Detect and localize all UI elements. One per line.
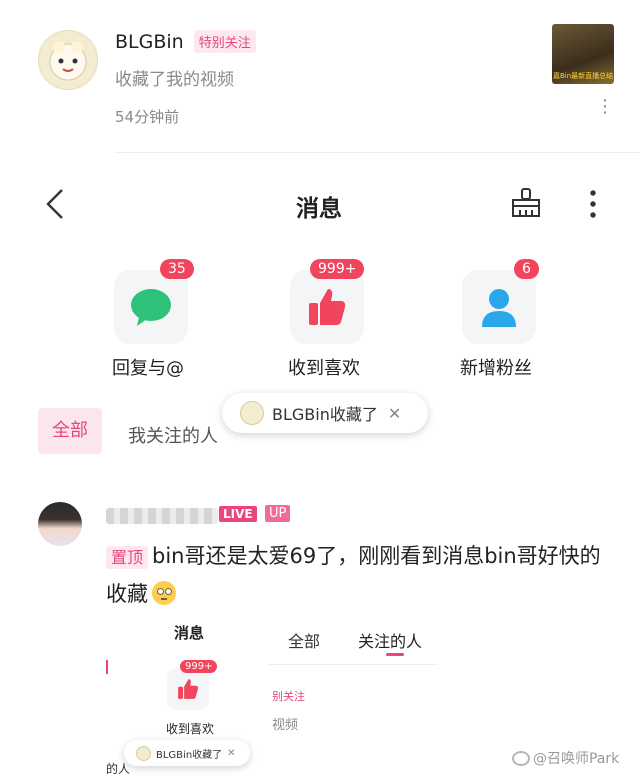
commenter-avatar[interactable]	[38, 502, 82, 546]
up-badge: UP	[265, 505, 291, 522]
replies-badge: 35	[160, 259, 194, 279]
weibo-logo-icon	[512, 750, 530, 766]
clean-brush-icon[interactable]	[509, 186, 543, 224]
inset-toast-close-icon: ✕	[227, 747, 236, 759]
person-icon	[482, 289, 516, 327]
watermark: @召唤师Park	[512, 748, 619, 768]
inset-people-label: 的人	[106, 762, 131, 776]
sheep-avatar-icon	[49, 41, 87, 81]
comment-text: bin哥还是太爱69了，刚刚看到消息bin哥好快的收藏	[106, 544, 601, 606]
chat-bubble-icon	[131, 289, 171, 326]
inset-like-box	[167, 668, 209, 710]
flushed-emoji-icon	[152, 581, 176, 605]
toast-avatar-icon	[240, 401, 264, 425]
inset-divider	[268, 664, 438, 665]
inset-toast-text: BLGBin收藏了	[156, 749, 223, 761]
followers-label: 新增粉丝	[460, 358, 532, 379]
category-followers[interactable]: 6 新增粉丝	[460, 259, 570, 380]
inset-badge: 999+	[180, 660, 218, 673]
favorite-toast: BLGBin收藏了 ✕	[222, 393, 428, 433]
inset-tag: 别关注	[272, 690, 305, 703]
divider	[115, 152, 640, 153]
category-replies[interactable]: 35 回复与@	[112, 259, 222, 380]
inset-title: 消息	[174, 624, 205, 642]
inset-edge-line	[106, 660, 108, 674]
pinned-tag: 置顶	[106, 546, 149, 569]
more-menu-icon[interactable]	[588, 188, 598, 224]
watermark-text: @召唤师Park	[533, 751, 620, 767]
thumbnail-caption: 嘉Bin最新直播总结	[553, 72, 614, 80]
likes-badge: 999+	[310, 259, 365, 279]
notif-time: 54分钟前	[115, 108, 180, 126]
inset-tab-all: 全部	[288, 632, 321, 651]
inset-video: 视频	[272, 718, 299, 733]
blgbin-avatar[interactable]	[38, 30, 98, 90]
notif-username[interactable]: BLGBin	[115, 31, 184, 53]
inset-toast: BLGBin收藏了 ✕	[124, 740, 250, 766]
back-icon[interactable]	[44, 188, 66, 224]
comment-body: 置顶 bin哥还是太爱69了，刚刚看到消息bin哥好快的收藏	[106, 538, 616, 612]
category-likes[interactable]: 999+ 收到喜欢	[288, 259, 398, 380]
filter-all-tab[interactable]: 全部	[38, 408, 102, 454]
thumbs-up-icon	[309, 289, 346, 325]
toast-text: BLGBin收藏了	[272, 405, 378, 424]
inset-tab-underline	[386, 653, 404, 656]
likes-label: 收到喜欢	[288, 358, 360, 379]
more-options-icon[interactable]: ⋮	[596, 98, 614, 116]
inset-tab-following: 关注的人	[358, 632, 423, 651]
inset-like-label: 收到喜欢	[166, 722, 215, 736]
live-badge: LIVE	[219, 506, 257, 522]
filter-following-tab[interactable]: 我关注的人	[128, 422, 218, 448]
inset-thumbs-up-icon	[178, 679, 199, 699]
replies-label: 回复与@	[112, 358, 184, 379]
followers-badge: 6	[514, 259, 539, 279]
notif-action: 收藏了我的视频	[115, 70, 234, 90]
video-thumbnail[interactable]: 嘉Bin最新直播总结	[552, 24, 614, 84]
toast-close-icon[interactable]: ✕	[388, 404, 401, 423]
inset-toast-avatar-icon	[136, 745, 151, 761]
special-follow-tag: 特别关注	[193, 30, 256, 53]
page-title: 消息	[296, 196, 342, 222]
blurred-username	[106, 508, 218, 524]
